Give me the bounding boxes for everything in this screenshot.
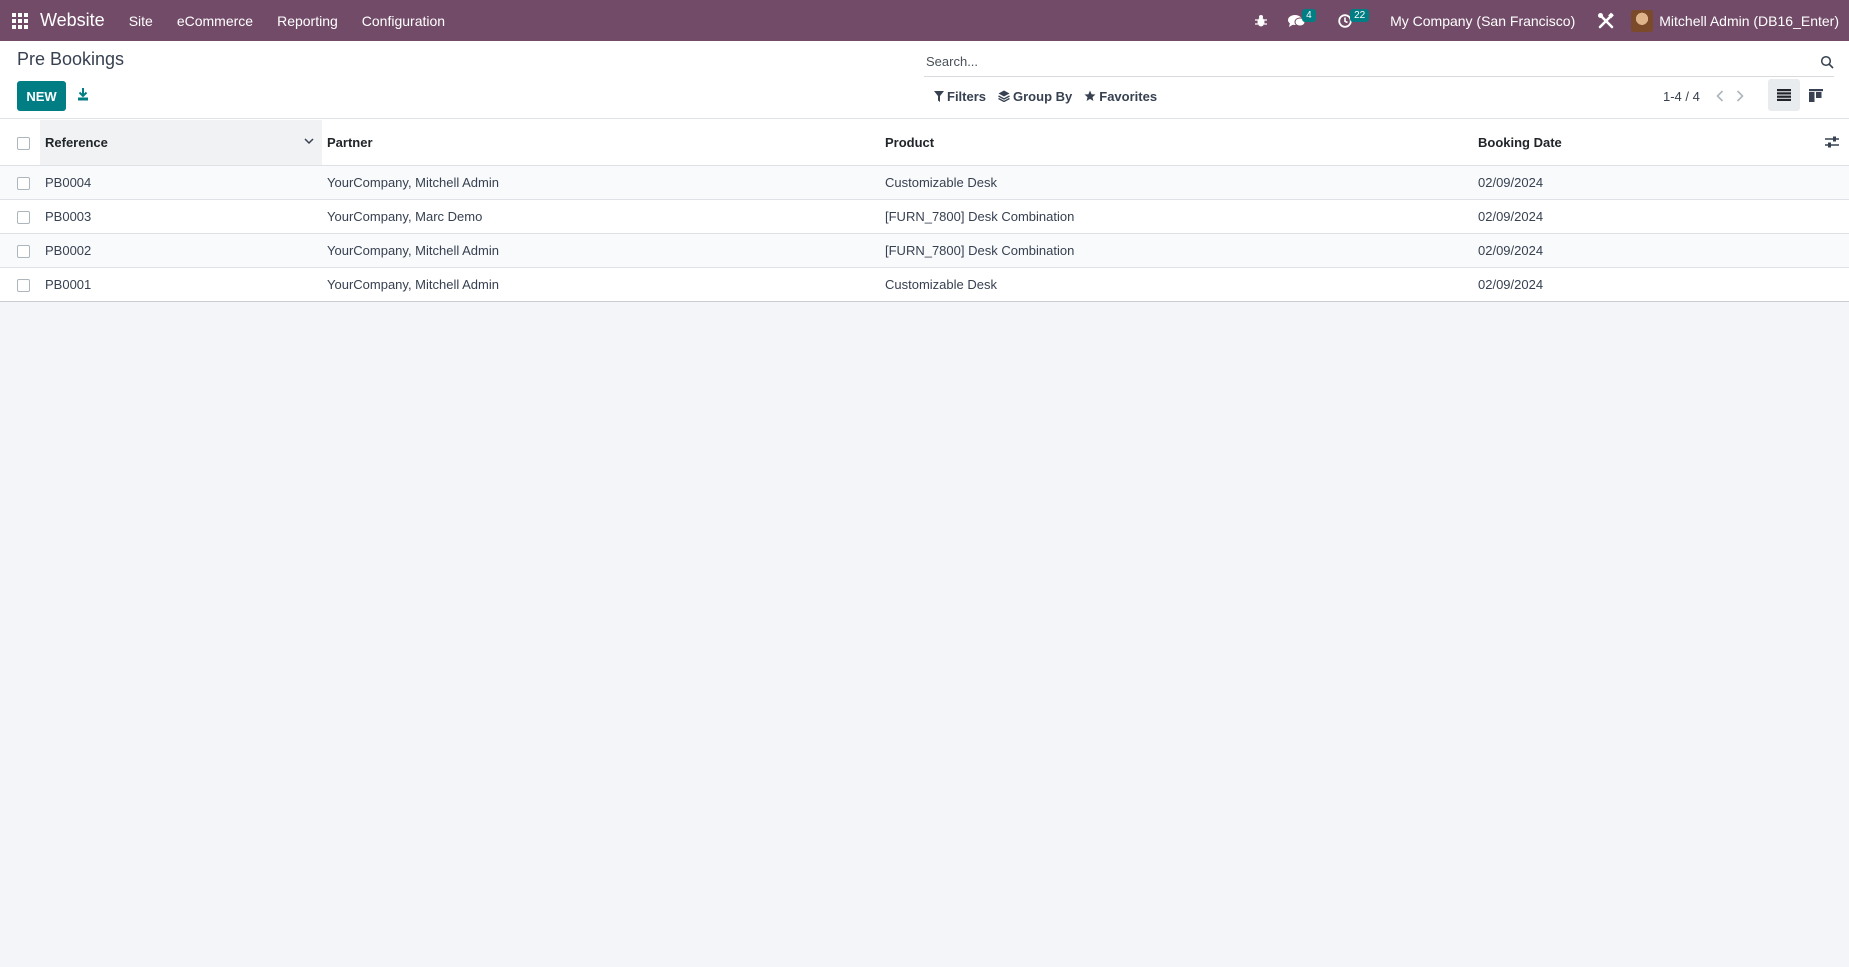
column-label: Product: [885, 134, 935, 150]
filters-label: Filters: [947, 88, 987, 104]
column-header-booking-date[interactable]: Booking Date: [1473, 120, 1849, 166]
select-all-cell: [0, 120, 40, 166]
menu-item-reporting[interactable]: Reporting: [265, 13, 350, 29]
row-checkbox[interactable]: [17, 176, 30, 190]
cell-partner: YourCompany, Marc Demo: [322, 199, 880, 234]
app-name[interactable]: Website: [40, 10, 105, 31]
search-bar: [924, 47, 1834, 77]
debug-icon[interactable]: [1244, 0, 1278, 41]
cell-reference: PB0001: [40, 267, 322, 302]
bookings-table: Reference Partner Product Booking Date P…: [0, 120, 1849, 302]
cell-partner: YourCompany, Mitchell Admin: [322, 267, 880, 302]
star-icon: [1084, 90, 1096, 101]
user-name: Mitchell Admin (DB16_Enter): [1659, 12, 1839, 29]
table-row[interactable]: PB0001 YourCompany, Mitchell Admin Custo…: [0, 267, 1849, 302]
column-header-reference[interactable]: Reference: [40, 120, 322, 166]
activities-badge: 22: [1350, 9, 1370, 22]
table-row[interactable]: PB0004 YourCompany, Mitchell Admin Custo…: [0, 165, 1849, 200]
list-view: Reference Partner Product Booking Date P…: [0, 120, 1849, 967]
cell-reference: PB0004: [40, 165, 322, 200]
activities-icon[interactable]: 22: [1328, 0, 1378, 41]
kanban-view-icon[interactable]: [1800, 79, 1832, 111]
row-checkbox[interactable]: [17, 210, 30, 224]
cell-product: Customizable Desk: [880, 165, 1473, 200]
pager: 1-4 / 4: [1663, 85, 1750, 107]
column-label: Booking Date: [1478, 134, 1562, 150]
table-row[interactable]: PB0003 YourCompany, Marc Demo [FURN_7800…: [0, 199, 1849, 234]
cell-booking-date: 02/09/2024: [1473, 267, 1849, 302]
control-panel: Pre Bookings NEW Filters Group By Favori…: [0, 41, 1849, 119]
apps-menu-icon[interactable]: [0, 0, 40, 41]
top-navbar: Website Site eCommerce Reporting Configu…: [0, 0, 1849, 41]
layers-icon: [998, 90, 1010, 102]
view-switcher: [1768, 79, 1832, 111]
table-header-row: Reference Partner Product Booking Date: [0, 120, 1849, 166]
row-checkbox[interactable]: [17, 278, 30, 292]
cell-booking-date: 02/09/2024: [1473, 199, 1849, 234]
user-menu[interactable]: Mitchell Admin (DB16_Enter): [1625, 9, 1849, 32]
pager-next-icon[interactable]: [1730, 85, 1750, 107]
search-icon[interactable]: [1820, 55, 1834, 69]
filter-icon: [934, 90, 944, 102]
table-row[interactable]: PB0002 YourCompany, Mitchell Admin [FURN…: [0, 233, 1849, 268]
column-header-partner[interactable]: Partner: [322, 120, 880, 166]
pager-value[interactable]: 1-4 / 4: [1663, 89, 1700, 104]
column-label: Partner: [327, 134, 373, 150]
pager-previous-icon[interactable]: [1710, 85, 1730, 107]
favorites-label: Favorites: [1099, 88, 1158, 104]
new-button[interactable]: NEW: [17, 81, 66, 111]
messages-icon[interactable]: 4: [1278, 0, 1328, 41]
cell-booking-date: 02/09/2024: [1473, 233, 1849, 268]
tools-icon[interactable]: [1587, 0, 1625, 41]
messages-badge: 4: [1302, 9, 1316, 22]
cell-partner: YourCompany, Mitchell Admin: [322, 233, 880, 268]
cell-booking-date: 02/09/2024: [1473, 165, 1849, 200]
avatar: [1631, 9, 1654, 32]
group-by-label: Group By: [1013, 88, 1073, 104]
cell-reference: PB0002: [40, 233, 322, 268]
column-header-product[interactable]: Product: [880, 120, 1473, 166]
row-checkbox[interactable]: [17, 244, 30, 258]
column-label: Reference: [45, 134, 108, 150]
cell-reference: PB0003: [40, 199, 322, 234]
select-all-checkbox[interactable]: [17, 136, 30, 150]
cell-product: [FURN_7800] Desk Combination: [880, 199, 1473, 234]
list-view-icon[interactable]: [1768, 79, 1800, 111]
cell-product: [FURN_7800] Desk Combination: [880, 233, 1473, 268]
download-icon[interactable]: [76, 85, 90, 105]
optional-columns-icon[interactable]: [1825, 136, 1839, 148]
menu-item-configuration[interactable]: Configuration: [350, 13, 457, 29]
chevron-down-icon: [304, 138, 314, 145]
row-select-cell: [0, 267, 40, 302]
row-select-cell: [0, 165, 40, 200]
search-input[interactable]: [924, 47, 1804, 75]
menu-item-site[interactable]: Site: [117, 13, 165, 29]
search-options: Filters Group By Favorites: [932, 85, 1167, 107]
row-select-cell: [0, 233, 40, 268]
page-title[interactable]: Pre Bookings: [17, 49, 124, 70]
cell-partner: YourCompany, Mitchell Admin: [322, 165, 880, 200]
row-select-cell: [0, 199, 40, 234]
filters-button[interactable]: Filters: [932, 89, 996, 104]
cell-product: Customizable Desk: [880, 267, 1473, 302]
company-switcher[interactable]: My Company (San Francisco): [1378, 13, 1587, 29]
favorites-button[interactable]: Favorites: [1082, 89, 1167, 104]
menu-item-ecommerce[interactable]: eCommerce: [165, 13, 265, 29]
group-by-button[interactable]: Group By: [996, 89, 1082, 104]
